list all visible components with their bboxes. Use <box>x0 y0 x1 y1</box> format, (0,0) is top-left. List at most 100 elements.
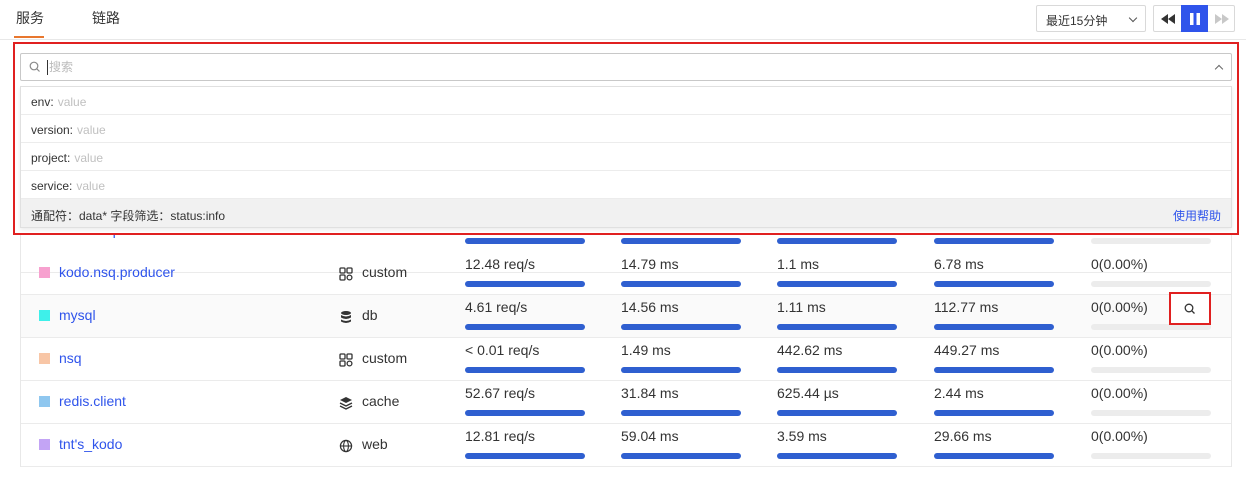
service-name-link[interactable]: mysql <box>59 307 96 323</box>
metric-bar <box>621 324 741 330</box>
metric-bar <box>934 238 1054 244</box>
metric-p2: 1.11 ms <box>777 299 826 315</box>
metric-bar <box>934 453 1054 459</box>
service-type: custom <box>362 350 408 366</box>
fast-forward-button[interactable] <box>1208 5 1235 32</box>
metric-p2: 1.1 ms <box>777 256 820 272</box>
tab-traces[interactable]: 链路 <box>92 8 120 28</box>
metric-bar <box>621 281 741 287</box>
table-row[interactable]: nsq custom < 0.01 req/s 1.49 ms 442.62 ms 449… <box>21 338 1231 381</box>
fast-forward-icon <box>1214 13 1229 24</box>
metric-p1: 31.84 ms <box>621 385 679 401</box>
chevron-down-icon <box>1128 13 1138 23</box>
error-bar <box>1091 367 1211 373</box>
metric-bar <box>934 281 1054 287</box>
playback-controls <box>1153 5 1235 32</box>
suggestion-key: service: <box>31 179 73 193</box>
chevron-up-icon[interactable] <box>1214 64 1224 74</box>
custom-icon <box>339 353 353 367</box>
metric-p2: 3.59 ms <box>777 428 827 444</box>
suggestion-value: value <box>57 95 87 109</box>
metric-bar <box>465 281 585 287</box>
service-color-swatch <box>39 310 50 321</box>
pause-icon <box>1189 12 1200 25</box>
service-type: custom <box>362 264 408 280</box>
service-name-link[interactable]: tnt's_kodo <box>59 436 122 452</box>
metric-bar <box>621 367 741 373</box>
metric-bar <box>621 410 741 416</box>
search-suggestions: env: value version: value project: value se… <box>20 86 1232 228</box>
metric-rps: < 0.01 req/s <box>465 342 540 358</box>
search-input[interactable] <box>49 57 1149 77</box>
suggestion-version[interactable]: version: value <box>21 115 1231 143</box>
metric-bar <box>465 410 585 416</box>
row-search-button[interactable] <box>1169 292 1211 325</box>
metric-p1: 59.04 ms <box>621 428 679 444</box>
service-name-link[interactable]: kodo.nsq.producer <box>59 264 175 280</box>
metric-p3: 6.78 ms <box>934 256 984 272</box>
metric-rps: 12.48 req/s <box>465 256 536 272</box>
metric-bar <box>777 367 897 373</box>
metric-rps: 4.61 req/s <box>465 299 528 315</box>
error-bar <box>1091 281 1211 287</box>
top-tabs: 服务 链路 最近15分钟 <box>0 0 1246 40</box>
search-icon <box>1184 303 1195 314</box>
search-bar[interactable] <box>20 53 1232 81</box>
metric-bar <box>621 238 741 244</box>
metric-err: 0(0.00%) <box>1091 342 1148 358</box>
suggestion-key: env: <box>31 95 54 109</box>
service-name-link[interactable]: redis.client <box>59 393 126 409</box>
suggestion-value: value <box>74 151 104 165</box>
time-range-label: 最近15分钟 <box>1046 14 1108 28</box>
suggestion-service[interactable]: service: value <box>21 171 1231 199</box>
metric-p2: 442.62 ms <box>777 342 843 358</box>
table-row[interactable]: redis.client cache 52.67 req/s 31.84 ms 625.… <box>21 381 1231 424</box>
table-row[interactable]: kodo.nsq.producer custom 12.48 req/s 14.79 … <box>21 252 1231 295</box>
metric-bar <box>465 367 585 373</box>
metric-bar <box>777 281 897 287</box>
pause-button[interactable] <box>1181 5 1208 32</box>
metric-rps: 52.67 req/s <box>465 385 536 401</box>
suggestion-value: value <box>77 123 106 137</box>
service-name-link[interactable]: nsq <box>59 350 82 366</box>
help-link[interactable]: 使用帮助 <box>1173 207 1221 224</box>
metric-bar <box>777 324 897 330</box>
search-icon <box>29 61 40 72</box>
error-bar <box>1091 410 1211 416</box>
metric-p3: 112.77 ms <box>934 299 999 315</box>
metric-err: 0(0.00%) <box>1091 428 1148 444</box>
metric-bar <box>777 453 897 459</box>
metric-p3: 29.66 ms <box>934 428 992 444</box>
metric-bar <box>934 410 1054 416</box>
syntax-hint-text: 通配符：data* 字段筛选：status:info <box>31 209 226 223</box>
error-bar <box>1091 238 1211 244</box>
metric-p1: 14.56 ms <box>621 299 679 315</box>
cache-icon <box>339 396 353 410</box>
table-row[interactable]: mysql db 4.61 req/s 14.56 ms 1.11 ms 112.77 m… <box>21 292 1231 338</box>
time-range-select[interactable]: 最近15分钟 <box>1036 5 1146 32</box>
database-icon <box>339 310 353 324</box>
rewind-button[interactable] <box>1154 5 1181 32</box>
metric-p1: 14.79 ms <box>621 256 679 272</box>
suggestion-key: version: <box>31 123 74 137</box>
service-color-swatch <box>39 353 50 364</box>
metric-bar <box>621 453 741 459</box>
metric-bar <box>465 238 585 244</box>
suggestion-env[interactable]: env: value <box>21 87 1231 115</box>
text-cursor <box>47 60 48 75</box>
table-row[interactable]: tnt's_kodo web 12.81 req/s 59.04 ms 3.59 ms 2… <box>21 424 1231 467</box>
tab-services[interactable]: 服务 <box>16 8 44 28</box>
metric-bar <box>934 367 1054 373</box>
metric-bar <box>934 324 1054 330</box>
metric-err: 0(0.00%) <box>1091 256 1148 272</box>
metric-p1: 1.49 ms <box>621 342 671 358</box>
service-type: web <box>362 436 388 452</box>
globe-icon <box>339 439 353 453</box>
rewind-icon <box>1160 13 1175 24</box>
metric-bar <box>465 324 585 330</box>
suggestion-key: project: <box>31 151 71 165</box>
metric-err: 0(0.00%) <box>1091 385 1148 401</box>
service-type: db <box>362 307 378 323</box>
suggestion-value: value <box>76 179 106 193</box>
suggestion-project[interactable]: project: value <box>21 143 1231 171</box>
